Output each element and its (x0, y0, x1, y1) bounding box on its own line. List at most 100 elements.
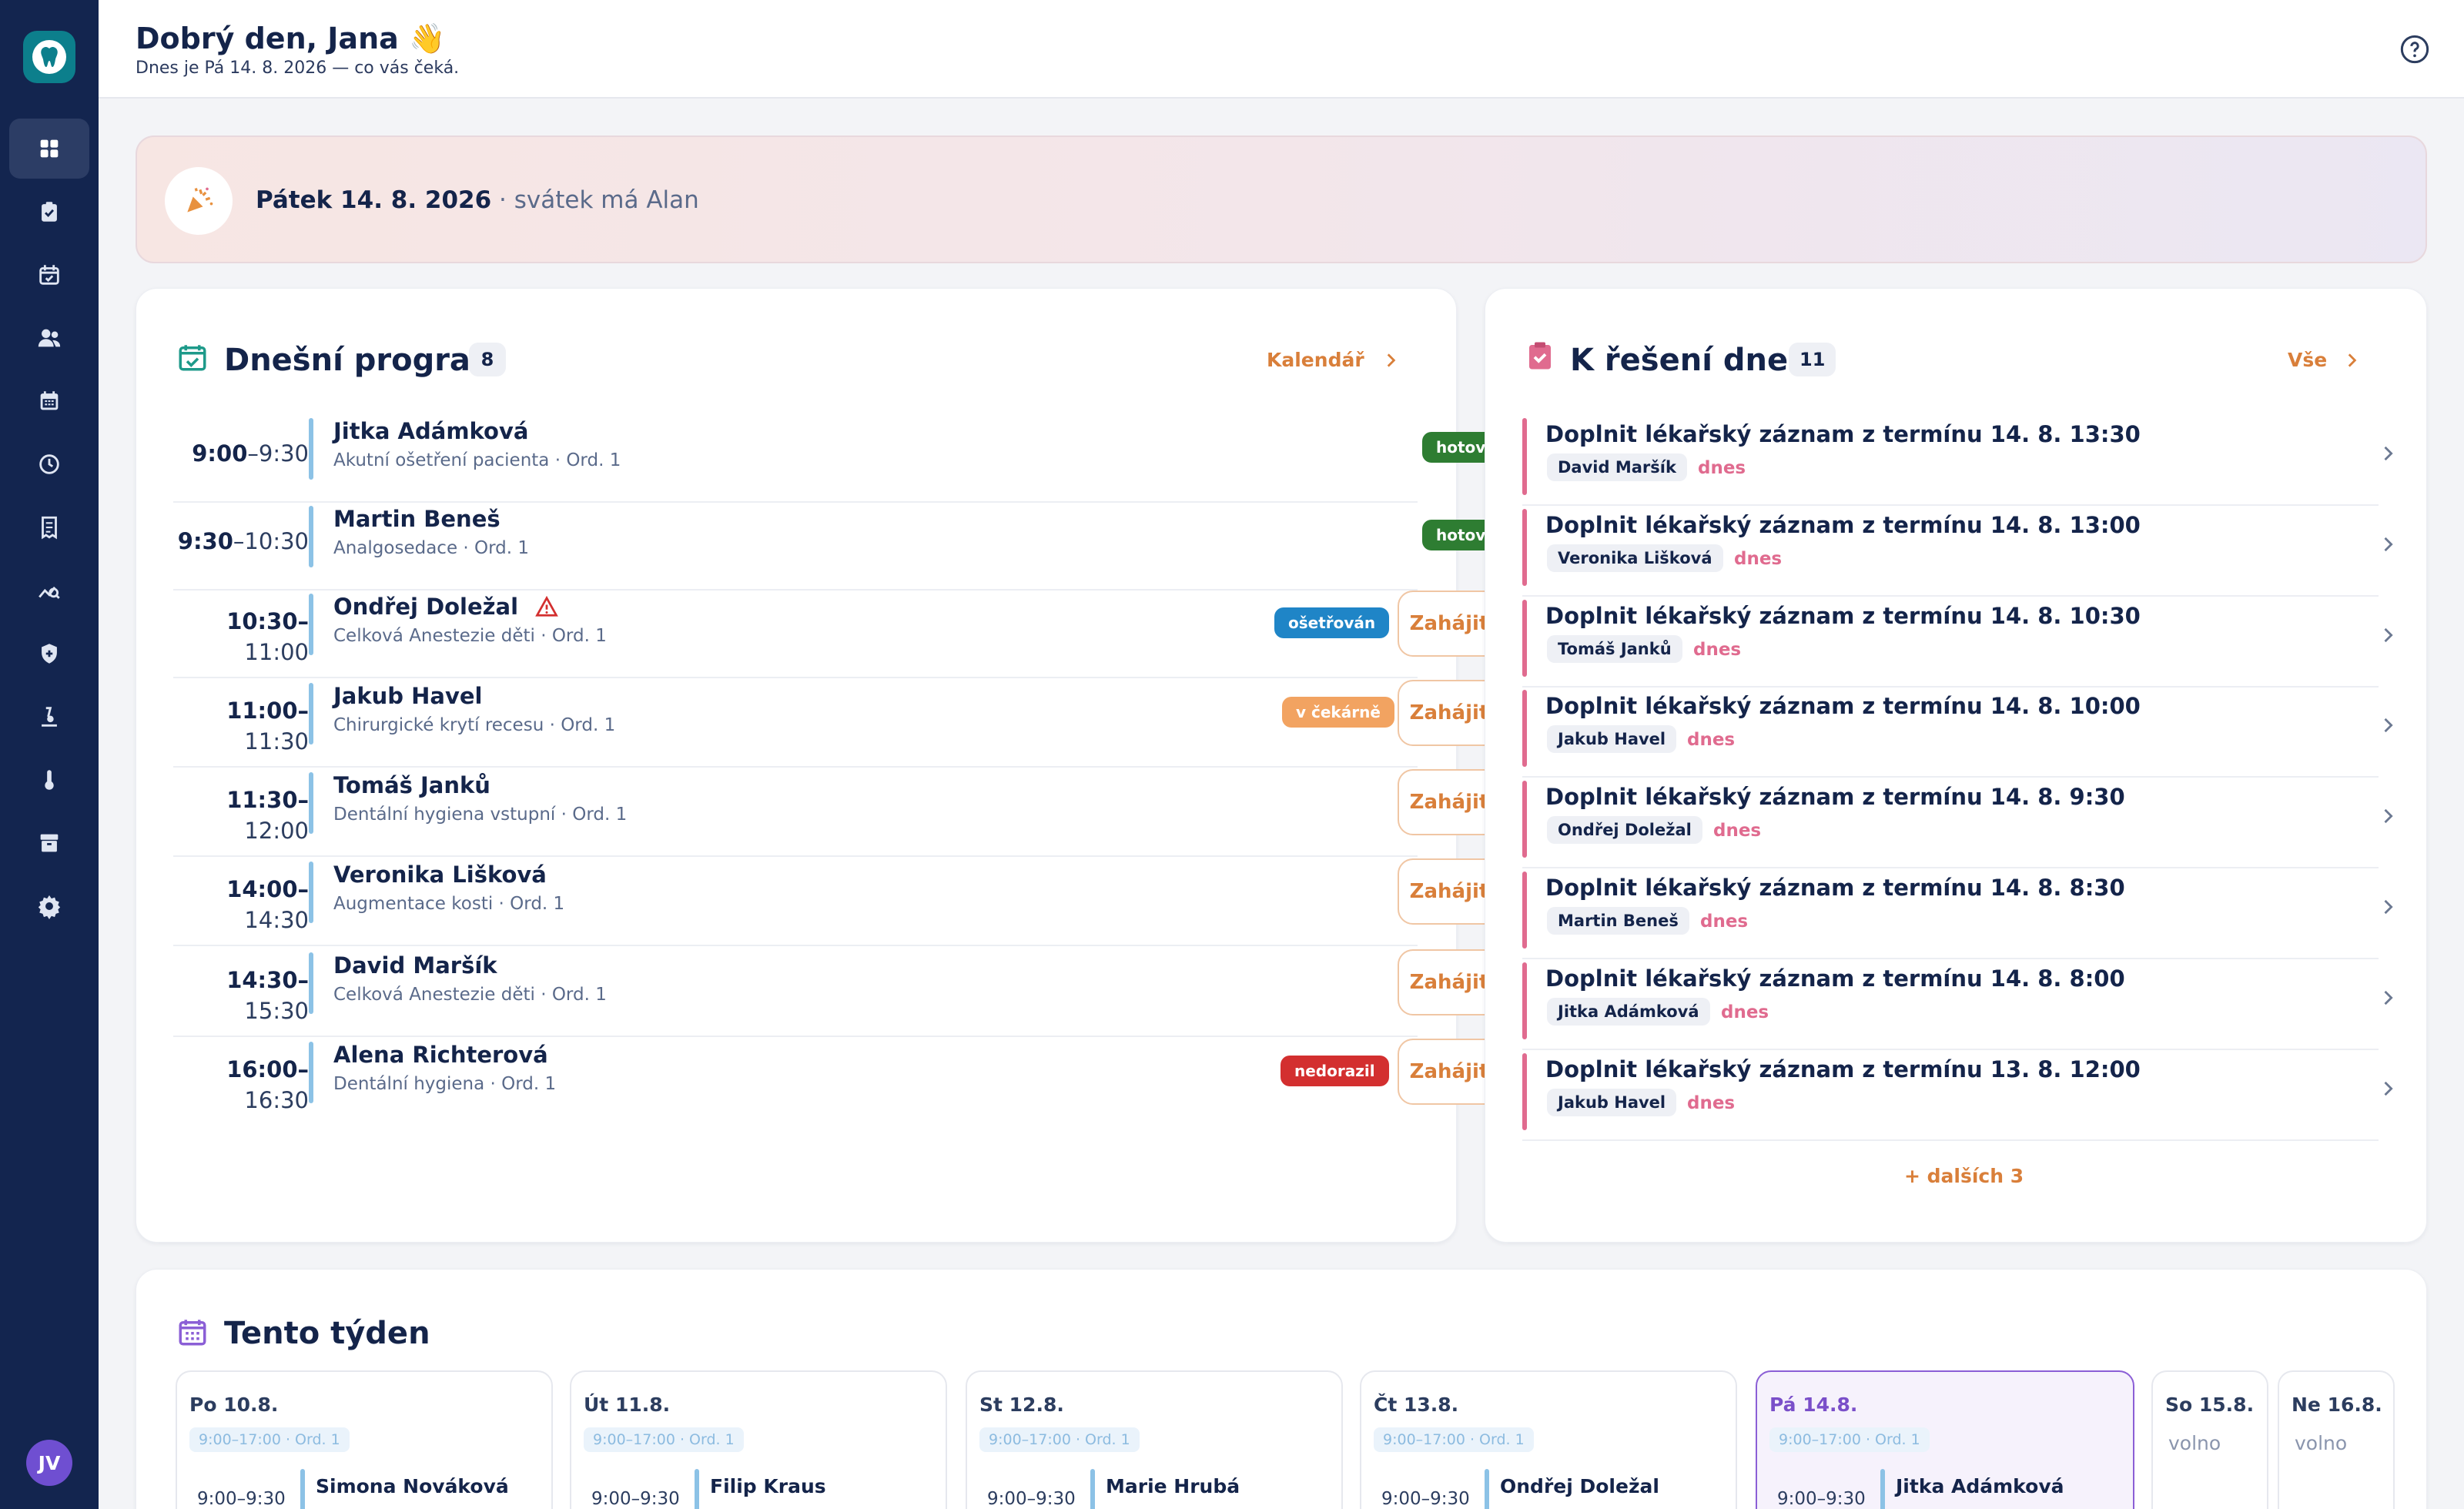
patient-name[interactable]: Alena Richterová (333, 1042, 548, 1068)
nav-history[interactable] (9, 434, 89, 494)
patient-chip[interactable]: Veronika Lišková (1547, 544, 1723, 572)
appointment-bar (309, 862, 313, 923)
patient-name[interactable]: Jitka Adámková (333, 418, 528, 444)
nav-calendar[interactable] (9, 371, 89, 431)
appointment-time: 10:30– 11:00 (226, 606, 309, 668)
task-item[interactable]: Doplnit lékařský záznam z termínu 14. 8.… (1522, 868, 2393, 959)
day-first-patient[interactable]: Ondřej Doležal (1500, 1475, 1659, 1497)
patient-name[interactable]: Tomáš Janků (333, 772, 490, 798)
patient-chip[interactable]: Jakub Havel (1547, 725, 1677, 754)
week-day[interactable]: Pá 14.8. 9:00–17:00 · Ord. 1 9:00–9:30 Jitk… (1756, 1370, 2134, 1509)
day-hours: 9:00–17:00 · Ord. 1 (979, 1427, 1140, 1452)
chevron-right-icon[interactable] (2377, 714, 2399, 736)
day-first-patient[interactable]: Marie Hrubá (1106, 1475, 1240, 1497)
nav-settings[interactable] (9, 876, 89, 936)
task-item[interactable]: Doplnit lékařský záznam z termínu 13. 8.… (1522, 1050, 2393, 1141)
appointment-time: 9:00–9:30 (192, 438, 309, 469)
day-hours: 9:00–17:00 · Ord. 1 (189, 1427, 350, 1452)
task-title: Doplnit lékařský záznam z termínu 14. 8.… (1545, 693, 2141, 720)
patient-chip[interactable]: David Maršík (1547, 453, 1687, 481)
day-first-patient[interactable]: Filip Kraus (710, 1475, 826, 1497)
program-row[interactable]: 11:00– 11:30 Jakub Havel Chirurgické krytí … (173, 677, 1552, 768)
appointment-start: 14:00– (226, 876, 309, 902)
program-row[interactable]: 11:30– 12:00 Tomáš Janků Dentální hygiena v… (173, 766, 1552, 857)
chevron-right-icon[interactable] (2377, 534, 2399, 555)
task-bar (1522, 690, 1527, 768)
chevron-right-icon[interactable] (2377, 443, 2399, 464)
appointment-time: 11:00– 11:30 (226, 695, 309, 757)
day-first-patient[interactable]: Simona Nováková (316, 1475, 509, 1497)
nav-archive[interactable] (9, 813, 89, 873)
week-day[interactable]: Út 11.8. 9:00–17:00 · Ord. 1 9:00–9:30 Fili… (570, 1370, 947, 1509)
program-row[interactable]: 14:00– 14:30 Veronika Lišková Augmentace ko… (173, 855, 1552, 946)
task-item[interactable]: Doplnit lékařský záznam z termínu 14. 8.… (1522, 687, 2393, 778)
day-first-time: 9:00–9:30 (591, 1489, 680, 1509)
appointment-time: 11:30– 12:00 (226, 785, 309, 846)
patient-name[interactable]: David Maršík (333, 952, 497, 979)
patient-chip[interactable]: Tomáš Janků (1547, 634, 1682, 663)
patient-name[interactable]: Ondřej Doležal (333, 594, 518, 620)
day-hours: 9:00–17:00 · Ord. 1 (584, 1427, 744, 1452)
program-title: Dnešní program (224, 343, 503, 378)
day-first-time: 9:00–9:30 (1381, 1489, 1470, 1509)
patient-chip[interactable]: Jakub Havel (1547, 1088, 1677, 1116)
day-hours: 9:00–17:00 · Ord. 1 (1769, 1427, 1930, 1452)
patient-name[interactable]: Martin Beneš (333, 506, 500, 532)
chevron-right-icon[interactable] (2377, 896, 2399, 918)
program-row[interactable]: 10:30– 11:00 Ondřej Doležal Celková Anestez… (173, 587, 1552, 678)
week-day[interactable]: St 12.8. 9:00–17:00 · Ord. 1 9:00–9:30 Mari… (966, 1370, 1343, 1509)
week-day[interactable]: Čt 13.8. 9:00–17:00 · Ord. 1 9:00–9:30 Ondř… (1360, 1370, 1737, 1509)
user-avatar[interactable]: JV (26, 1440, 72, 1486)
day-first-patient[interactable]: Jitka Adámková (1896, 1475, 2064, 1497)
help-icon[interactable] (2399, 34, 2430, 65)
nav-tasks[interactable] (9, 182, 89, 242)
appointment-end: 14:30 (244, 907, 309, 933)
app-logo[interactable] (23, 31, 75, 83)
sidebar: JV (0, 0, 99, 1509)
chevron-right-icon[interactable] (1381, 350, 1401, 370)
program-row[interactable]: 9:30–10:30 Martin Beneš Analgosedace · Ord… (173, 500, 1552, 591)
chevron-right-icon[interactable] (2377, 624, 2399, 646)
task-due: dnes (1693, 639, 1742, 660)
appointment-end: –9:30 (247, 440, 309, 467)
patient-chip[interactable]: Ondřej Doležal (1547, 816, 1702, 845)
nav-dashboard[interactable] (9, 119, 89, 179)
chevron-right-icon[interactable] (2377, 1078, 2399, 1099)
task-item[interactable]: Doplnit lékařský záznam z termínu 14. 8.… (1522, 778, 2393, 869)
nav-calendar-check[interactable] (9, 245, 89, 305)
day-label: So 15.8. (2165, 1394, 2255, 1416)
chevron-right-icon[interactable] (2342, 350, 2362, 370)
nav-patients[interactable] (9, 308, 89, 368)
nav-sterilization[interactable] (9, 750, 89, 810)
program-count: 8 (469, 343, 506, 376)
nav-insurance[interactable] (9, 624, 89, 684)
program-row[interactable]: 9:00–9:30 Jitka Adámková Akutní ošetření p… (173, 412, 1552, 503)
task-item[interactable]: Doplnit lékařský záznam z termínu 14. 8.… (1522, 959, 2393, 1050)
program-row[interactable]: 14:30– 15:30 David Maršík Celková Anestezie… (173, 946, 1552, 1037)
patient-chip[interactable]: Martin Beneš (1547, 907, 1689, 935)
program-row[interactable]: 16:00– 16:30 Alena Richterová Dentální hygi… (173, 1036, 1552, 1126)
clipboard-check-icon (1529, 342, 1551, 370)
task-item[interactable]: Doplnit lékařský záznam z termínu 14. 8.… (1522, 415, 2393, 506)
week-day[interactable]: Ne 16.8. volno (2278, 1370, 2395, 1509)
week-day[interactable]: So 15.8. volno (2151, 1370, 2268, 1509)
nav-billing[interactable] (9, 497, 89, 557)
task-item[interactable]: Doplnit lékařský záznam z termínu 14. 8.… (1522, 506, 2393, 597)
patient-chip[interactable]: Jitka Adámková (1547, 997, 1710, 1026)
all-tasks-link[interactable]: Vše (2288, 349, 2327, 371)
calendar-link[interactable]: Kalendář (1267, 349, 1364, 371)
nav-analytics[interactable] (9, 560, 89, 621)
patient-name[interactable]: Veronika Lišková (333, 862, 547, 888)
thermometer-icon (45, 770, 54, 790)
chevron-right-icon[interactable] (2377, 805, 2399, 827)
day-label: Ne 16.8. (2292, 1394, 2382, 1416)
week-day[interactable]: Po 10.8. 9:00–17:00 · Ord. 1 9:00–9:30 Simo… (176, 1370, 553, 1509)
nav-lab[interactable] (9, 687, 89, 747)
chevron-right-icon[interactable] (2377, 987, 2399, 1009)
calendar-icon (40, 391, 59, 410)
settings-icon (38, 895, 61, 919)
more-tasks-link[interactable]: + dalších 3 (1904, 1165, 2024, 1187)
appointment-bar (309, 952, 313, 1014)
task-item[interactable]: Doplnit lékařský záznam z termínu 14. 8.… (1522, 597, 2393, 688)
patient-name[interactable]: Jakub Havel (333, 683, 483, 709)
